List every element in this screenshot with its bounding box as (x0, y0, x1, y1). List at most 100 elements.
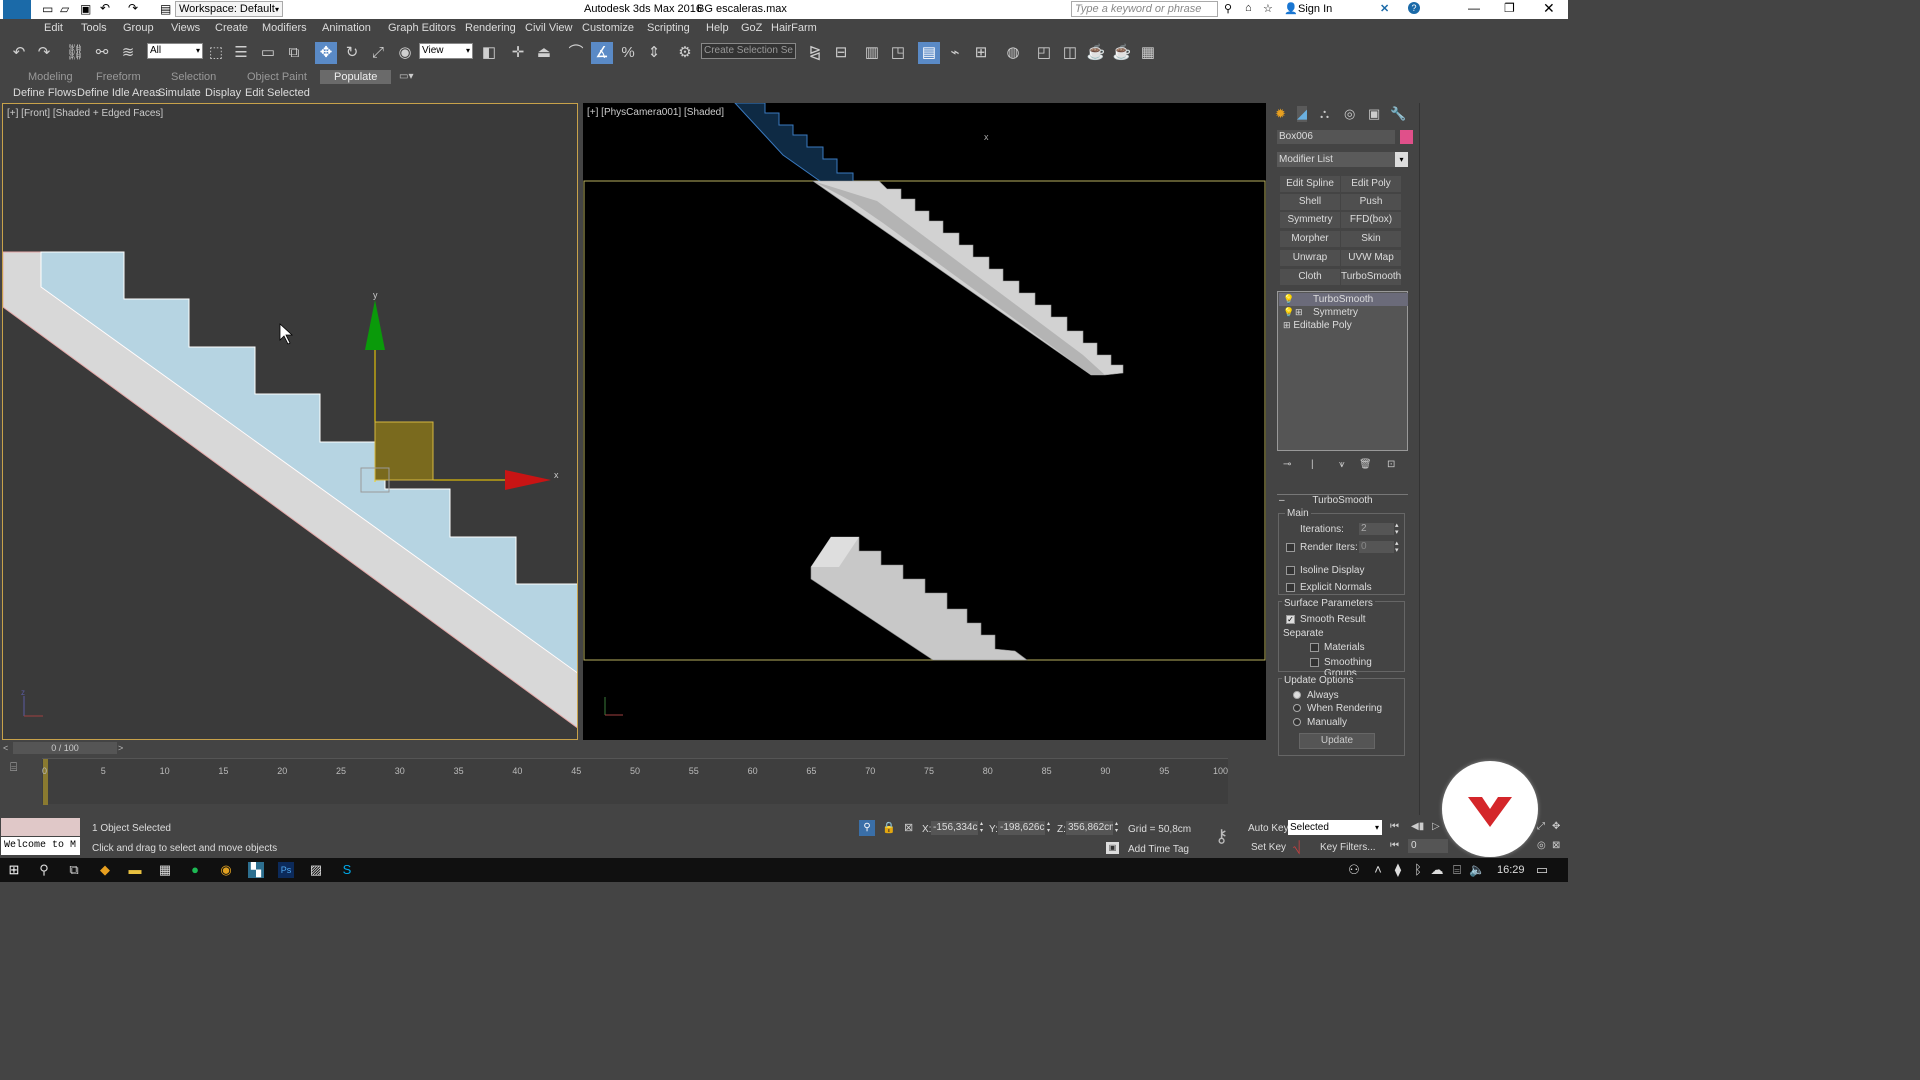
isoline-checkbox[interactable] (1286, 565, 1299, 576)
maximize-icon[interactable]: ❐ (1504, 1, 1515, 15)
dropbox-icon[interactable]: ⧫ (1390, 862, 1406, 878)
modifier-list-dropdown[interactable]: Modifier List ▾ (1277, 152, 1408, 167)
link-icon[interactable]: ⛓ (64, 42, 86, 64)
z-coord-field[interactable]: 356,862cm (1066, 821, 1113, 835)
rectangle-selection-icon[interactable]: ▭ (257, 42, 279, 64)
key-filters-button[interactable]: Key Filters... (1320, 842, 1376, 853)
ribbon-options-icon[interactable]: ▭▾ (399, 71, 413, 82)
orbit-icon[interactable]: ✥ (1552, 821, 1560, 832)
iterations-spinner[interactable]: 2 (1359, 523, 1394, 535)
search-icon[interactable]: ⚲ (36, 862, 52, 878)
menu-scripting[interactable]: Scripting (647, 22, 690, 34)
define-flows-button[interactable]: Define Flows (13, 87, 77, 99)
star-icon[interactable]: ☆ (1263, 2, 1273, 15)
render-production-icon[interactable]: ☕ (1085, 42, 1107, 64)
tab-object-paint[interactable]: Object Paint (247, 71, 307, 83)
minimize-icon[interactable]: — (1468, 1, 1480, 15)
configure-modifier-sets-icon[interactable]: ⊡ (1387, 459, 1395, 470)
stack-item-symmetry[interactable]: 💡 ⊞ Symmetry (1279, 306, 1408, 319)
menu-modifiers[interactable]: Modifiers (262, 22, 307, 34)
update-button[interactable]: Update (1299, 733, 1375, 749)
close-icon[interactable]: ✕ (1543, 0, 1555, 17)
track-bar[interactable] (42, 758, 1228, 804)
zoom-extents-icon[interactable]: ⤢ (1537, 821, 1545, 832)
modify-tab-icon[interactable]: ◢ (1297, 106, 1307, 122)
open-file-icon[interactable]: ▱ (60, 2, 69, 16)
smooth-result-checkbox[interactable]: ✓ (1286, 614, 1299, 625)
display-tab-icon[interactable]: ▣ (1368, 106, 1380, 122)
lightbulb-icon[interactable]: 💡 (1283, 293, 1294, 306)
create-tab-icon[interactable]: ✹ (1275, 106, 1286, 122)
symmetry-button[interactable]: Symmetry (1280, 212, 1340, 228)
menu-rendering[interactable]: Rendering (465, 22, 516, 34)
spotify-icon[interactable]: ● (187, 862, 203, 878)
render-iters-spinner[interactable]: 0 (1359, 541, 1394, 553)
stack-item-editable-poly[interactable]: ⊞ Editable Poly (1279, 319, 1408, 332)
isolate-selection-icon[interactable]: ⚲ (859, 820, 875, 836)
hierarchy-tab-icon[interactable]: ⛬ (1320, 106, 1329, 122)
spinner-snap-icon[interactable]: ⇕ (643, 42, 665, 64)
clock[interactable]: 16:29 (1497, 864, 1525, 876)
uvw-map-button[interactable]: UVW Map (1341, 250, 1401, 266)
display-button[interactable]: Display (205, 87, 241, 99)
unwrap-uvw-button[interactable]: Unwrap UVW (1280, 250, 1340, 279)
new-file-icon[interactable]: ▭ (42, 2, 53, 16)
key-filters-icon[interactable]: ⎷ (1293, 840, 1301, 855)
photoshop-icon[interactable]: Ps (278, 862, 294, 878)
mini-curve-editor-icon[interactable]: ⌸ (10, 760, 17, 775)
tab-populate[interactable]: Populate (320, 70, 392, 84)
subscription-icon[interactable]: ⌂ (1245, 2, 1252, 14)
expand-icon[interactable]: ⊞ (1295, 306, 1303, 319)
binoculars-icon[interactable]: ⚲ (1224, 2, 1232, 15)
action-center-icon[interactable]: ▭ (1534, 862, 1550, 878)
edit-poly-button[interactable]: Edit Poly (1341, 176, 1401, 192)
help-icon[interactable]: ? (1408, 2, 1420, 14)
x-coord-field[interactable]: -156,334cı (931, 821, 978, 835)
when-rendering-radio[interactable] (1293, 703, 1305, 714)
mirror-icon[interactable]: ⧎ (804, 42, 826, 64)
lightbulb-icon[interactable]: 💡 (1283, 306, 1294, 319)
define-idle-areas-button[interactable]: Define Idle Areas (77, 87, 161, 99)
remove-modifier-icon[interactable]: 🗑 (1359, 459, 1372, 470)
move-icon[interactable]: ✥ (315, 42, 337, 64)
y-coord-field[interactable]: -198,626cı (998, 821, 1045, 835)
prev-frame-icon[interactable]: < (3, 743, 8, 753)
material-editor-icon[interactable]: ◍ (1002, 42, 1024, 64)
stack-item-turbosmooth[interactable]: 💡 TurboSmooth (1279, 293, 1408, 306)
motion-tab-icon[interactable]: ◎ (1344, 106, 1355, 122)
file-explorer-icon[interactable]: ▬ (127, 862, 143, 878)
auto-key-button[interactable]: Auto Key (1248, 823, 1289, 834)
menu-edit[interactable]: Edit (44, 22, 63, 34)
utilities-tab-icon[interactable]: 🔧 (1390, 106, 1406, 122)
search-input[interactable]: Type a keyword or phrase (1071, 1, 1218, 17)
chrome-icon[interactable]: ◉ (218, 862, 234, 878)
turbosmooth-rollout-header[interactable]: – TurboSmooth (1277, 494, 1408, 507)
simulate-button[interactable]: Simulate (158, 87, 201, 99)
absolute-mode-icon[interactable]: ⊠ (904, 821, 913, 834)
curve-editor-icon[interactable]: ⌁ (944, 42, 966, 64)
menu-animation[interactable]: Animation (322, 22, 371, 34)
menu-tools[interactable]: Tools (81, 22, 107, 34)
skype-icon[interactable]: S (339, 862, 355, 878)
set-key-mode-icon[interactable]: ⚷ (1215, 826, 1228, 847)
maximize-viewport-icon[interactable]: ⊠ (1552, 840, 1560, 851)
render-iterative-icon[interactable]: ☕ (1111, 42, 1133, 64)
menu-customize[interactable]: Customize (582, 22, 634, 34)
reference-coord-dropdown[interactable]: View ▾ (419, 43, 473, 59)
object-color-swatch[interactable] (1400, 130, 1413, 144)
bluetooth-icon[interactable]: ᛒ (1410, 862, 1426, 878)
menu-create[interactable]: Create (215, 22, 248, 34)
tab-freeform[interactable]: Freeform (96, 71, 141, 83)
scale-icon[interactable]: ⤢ (367, 42, 389, 64)
onedrive-icon[interactable]: ☁ (1429, 862, 1445, 878)
field-of-view-icon[interactable]: ◎ (1537, 840, 1546, 851)
maxscript-listener-input[interactable]: Welcome to M (1, 837, 80, 855)
go-to-start-icon[interactable]: ⏮ (1390, 821, 1399, 832)
edit-selected-button[interactable]: Edit Selected (245, 87, 310, 99)
network-icon[interactable]: ⌸ (1449, 862, 1465, 878)
turbosmooth-button[interactable]: TurboSmooth (1341, 269, 1401, 285)
time-tag-icon[interactable]: ▣ (1106, 842, 1119, 854)
previous-frame-icon[interactable]: ◀▮ (1411, 821, 1424, 832)
cloth-button[interactable]: Cloth (1280, 269, 1340, 285)
skin-button[interactable]: Skin (1341, 231, 1401, 247)
